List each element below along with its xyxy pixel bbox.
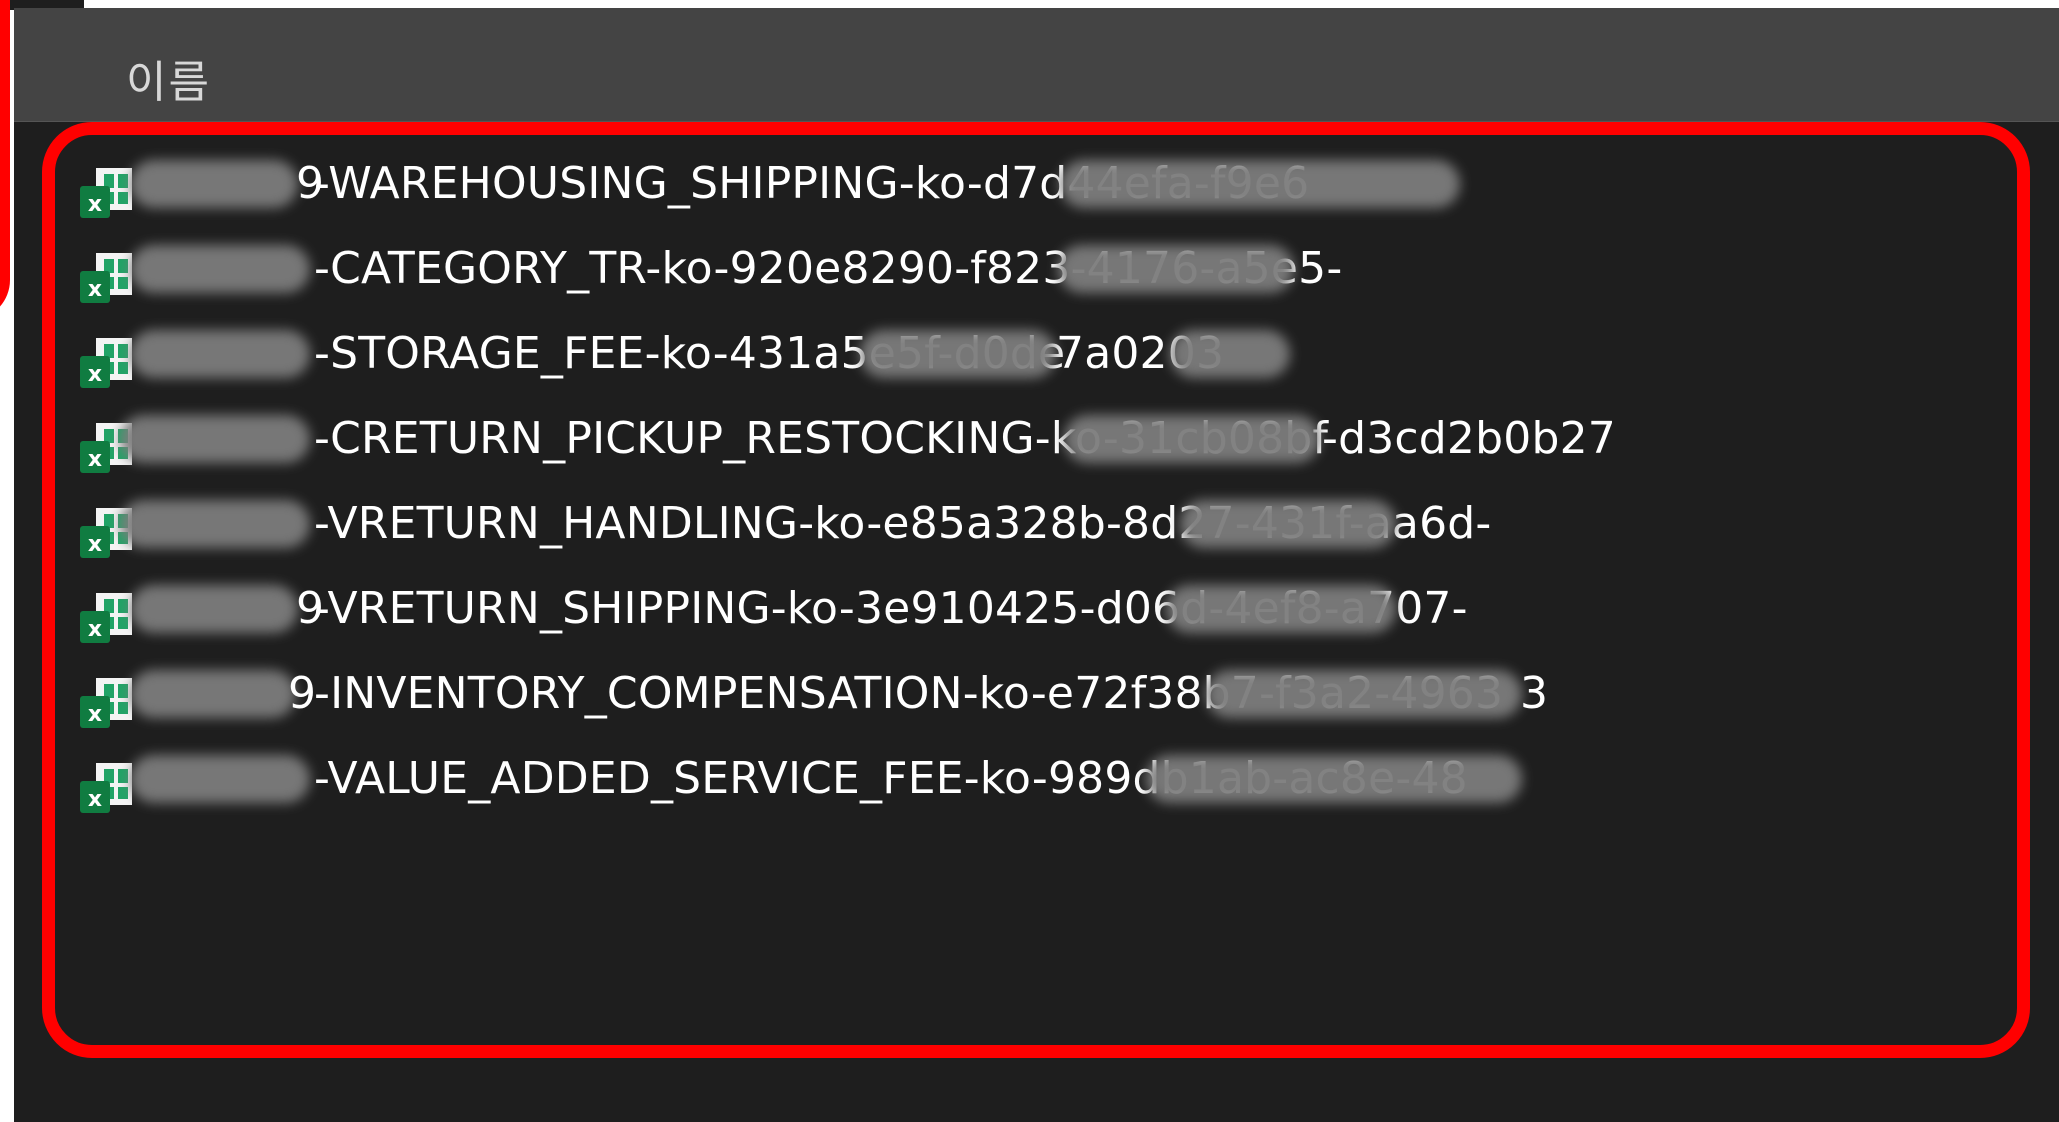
- selection-highlight-box: [42, 122, 2030, 1058]
- column-header-bar[interactable]: 이름: [14, 8, 2059, 122]
- left-border: [0, 402, 14, 1122]
- column-header-name[interactable]: 이름: [126, 46, 211, 110]
- highlight-outline-left: [0, 0, 10, 320]
- top-border: [84, 0, 2059, 8]
